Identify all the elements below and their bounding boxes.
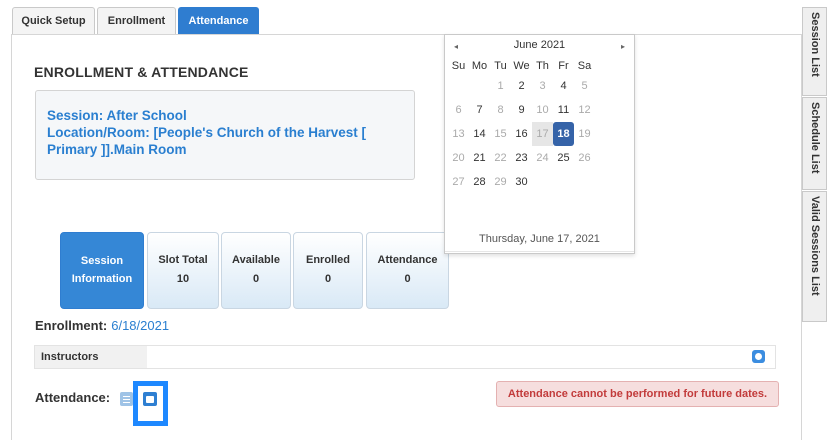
side-tab-valid-sessions-list-label: Valid Sessions List bbox=[809, 196, 821, 296]
calendar-divider bbox=[445, 251, 634, 252]
calendar-day[interactable]: 1 bbox=[490, 74, 511, 98]
session-information-card[interactable]: Session Information bbox=[60, 232, 144, 309]
weekday-header: Tu bbox=[494, 60, 507, 72]
calendar-day[interactable]: 30 bbox=[511, 170, 532, 194]
available-label: Available bbox=[232, 254, 280, 266]
enrollment-row: Enrollment: 6/18/2021 bbox=[35, 318, 169, 333]
side-tab-session-list[interactable]: Session List bbox=[802, 7, 827, 96]
attendance-calendar-icon[interactable] bbox=[143, 392, 157, 406]
tab-enrollment[interactable]: Enrollment bbox=[97, 7, 176, 34]
attendance-card-value: 0 bbox=[404, 273, 411, 285]
tab-attendance[interactable]: Attendance bbox=[178, 7, 259, 34]
available-card: Available 0 bbox=[221, 232, 291, 309]
slot-total-card: Slot Total 10 bbox=[147, 232, 219, 309]
calendar-empty-cell bbox=[532, 170, 553, 194]
side-tab-schedule-list-label: Schedule List bbox=[809, 102, 821, 174]
session-location: Location/Room: [People's Church of the H… bbox=[47, 125, 366, 140]
date-picker[interactable]: ◂ June 2021 ▸ Su Mo Tu We Th Fr Sa 1 2 3 4 5 6 7 8 9 10… bbox=[444, 34, 635, 254]
calendar-day[interactable]: 9 bbox=[511, 98, 532, 122]
calendar-day[interactable]: 16 bbox=[511, 122, 532, 146]
weekday-header: Su bbox=[451, 60, 466, 72]
calendar-day[interactable]: 11 bbox=[553, 98, 574, 122]
enrolled-card: Enrolled 0 bbox=[293, 232, 363, 309]
attendance-list-icon[interactable] bbox=[120, 392, 133, 406]
session-info-box: Session: After School Location/Room: [Pe… bbox=[35, 90, 415, 180]
weekday-header: Mo bbox=[471, 60, 488, 72]
calendar-empty-cell bbox=[469, 74, 490, 98]
calendar-day[interactable]: 17 bbox=[532, 122, 553, 146]
enrollment-date[interactable]: 6/18/2021 bbox=[111, 318, 169, 333]
slot-total-value: 10 bbox=[176, 273, 190, 285]
calendar-day[interactable]: 2 bbox=[511, 74, 532, 98]
future-date-warning: Attendance cannot be performed for futur… bbox=[496, 381, 779, 407]
calendar-day[interactable]: 14 bbox=[469, 122, 490, 146]
instructors-row: Instructors bbox=[34, 345, 776, 369]
instructors-label: Instructors bbox=[35, 346, 147, 368]
session-location-cont: Primary ]].Main Room bbox=[47, 142, 187, 157]
calendar-day[interactable]: 19 bbox=[574, 122, 595, 146]
calendar-day[interactable]: 8 bbox=[490, 98, 511, 122]
weekday-header: Th bbox=[536, 60, 549, 72]
attendance-label: Attendance: bbox=[35, 390, 111, 405]
calendar-day[interactable]: 10 bbox=[532, 98, 553, 122]
side-tab-session-list-label: Session List bbox=[809, 12, 821, 77]
calendar-day[interactable]: 12 bbox=[574, 98, 595, 122]
calendar-day[interactable]: 26 bbox=[574, 146, 595, 170]
side-tab-schedule-list[interactable]: Schedule List bbox=[802, 97, 827, 190]
calendar-empty-cell bbox=[553, 170, 574, 194]
weekday-header: Fr bbox=[558, 60, 569, 72]
calendar-day[interactable]: 5 bbox=[574, 74, 595, 98]
enrollment-label: Enrollment: bbox=[35, 318, 108, 333]
calendar-day[interactable]: 22 bbox=[490, 146, 511, 170]
calendar-day[interactable]: 7 bbox=[469, 98, 490, 122]
calendar-day[interactable]: 13 bbox=[448, 122, 469, 146]
calendar-empty-cell bbox=[448, 74, 469, 98]
enrolled-value: 0 bbox=[324, 273, 332, 285]
available-value: 0 bbox=[252, 273, 260, 285]
enrolled-label: Enrolled bbox=[305, 254, 350, 266]
calendar-day[interactable]: 23 bbox=[511, 146, 532, 170]
side-tab-valid-sessions-list[interactable]: Valid Sessions List bbox=[802, 191, 827, 322]
session-name: Session: After School bbox=[47, 108, 187, 123]
session-information-line1: Session bbox=[80, 255, 124, 267]
calendar-day[interactable]: 21 bbox=[469, 146, 490, 170]
weekday-header: Sa bbox=[577, 60, 592, 72]
calendar-day[interactable]: 3 bbox=[532, 74, 553, 98]
tab-quick-setup[interactable]: Quick Setup bbox=[12, 7, 95, 34]
calendar-day[interactable]: 28 bbox=[469, 170, 490, 194]
attendance-card: Attendance 0 bbox=[366, 232, 449, 309]
calendar-month-title: June 2021 bbox=[513, 39, 566, 51]
calendar-day[interactable]: 29 bbox=[490, 170, 511, 194]
calendar-day[interactable]: 18 bbox=[553, 122, 574, 146]
weekday-header: We bbox=[513, 60, 530, 72]
calendar-day[interactable]: 25 bbox=[553, 146, 574, 170]
calendar-day[interactable]: 24 bbox=[532, 146, 553, 170]
calendar-empty-cell bbox=[574, 170, 595, 194]
calendar-day[interactable]: 27 bbox=[448, 170, 469, 194]
attendance-card-label: Attendance bbox=[377, 254, 438, 266]
slot-total-label: Slot Total bbox=[158, 254, 208, 266]
calendar-grid: Su Mo Tu We Th Fr Sa 1 2 3 4 5 6 7 8 9 10 11 12 13 14 15 16 17… bbox=[448, 58, 595, 194]
section-title: ENROLLMENT & ATTENDANCE bbox=[34, 64, 249, 80]
add-instructor-icon[interactable] bbox=[752, 350, 765, 363]
session-information-line2: Information bbox=[71, 273, 133, 285]
next-month-icon[interactable]: ▸ bbox=[621, 42, 625, 51]
calendar-day[interactable]: 6 bbox=[448, 98, 469, 122]
calendar-day[interactable]: 20 bbox=[448, 146, 469, 170]
calendar-day[interactable]: 15 bbox=[490, 122, 511, 146]
calendar-day[interactable]: 4 bbox=[553, 74, 574, 98]
calendar-today-footer[interactable]: Thursday, June 17, 2021 bbox=[445, 233, 634, 245]
